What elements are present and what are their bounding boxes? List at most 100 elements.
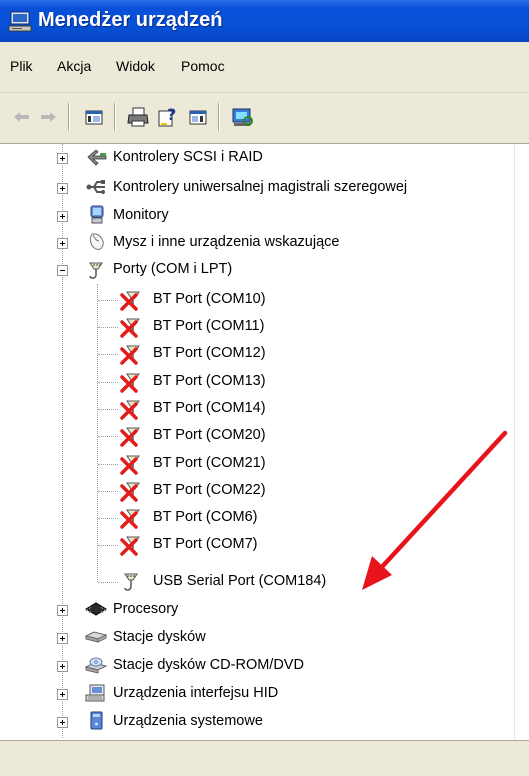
scan-hardware-icon[interactable] <box>228 103 256 131</box>
tree-line <box>98 382 118 383</box>
tree-device-port[interactable]: BT Port (COM11) <box>0 315 515 339</box>
computer-manager-icon <box>8 11 34 33</box>
tree-label: BT Port (COM7) <box>153 536 258 552</box>
help-icon[interactable]: ? <box>154 103 182 131</box>
tree-category-system[interactable]: Urządzenia systemowe <box>0 710 515 734</box>
port-disabled-icon <box>119 371 140 393</box>
floppy-drive-icon <box>84 627 108 647</box>
tree-category-floppy[interactable]: Stacje dysków <box>0 626 515 650</box>
tree-device-port[interactable]: BT Port (COM13) <box>0 370 515 394</box>
console-tree-icon[interactable] <box>80 103 108 131</box>
collapse-toggle[interactable] <box>57 265 68 276</box>
toolbar-separator <box>218 103 220 131</box>
tree-label: BT Port (COM10) <box>153 291 266 307</box>
tree-line <box>98 464 118 465</box>
expand-toggle[interactable] <box>57 238 68 249</box>
tree-label: Kontrolery uniwersalnej magistrali szere… <box>113 179 408 195</box>
tree-device-port[interactable]: BT Port (COM22) <box>0 479 515 503</box>
system-device-icon <box>84 711 104 731</box>
tree-category-processors[interactable]: Procesory <box>0 598 515 622</box>
menu-pomoc[interactable]: Pomoc <box>181 58 225 74</box>
tree-device-port[interactable]: BT Port (COM12) <box>0 342 515 366</box>
tree-category-usb[interactable]: Kontrolery uniwersalnej magistrali szere… <box>0 176 515 200</box>
tree-label: BT Port (COM11) <box>153 318 265 334</box>
port-disabled-icon <box>119 343 140 365</box>
menu-widok[interactable]: Widok <box>116 58 155 74</box>
toolbar: ? <box>0 93 529 144</box>
port-disabled-icon <box>119 425 140 447</box>
tree-label: BT Port (COM6) <box>153 509 258 525</box>
usb-controller-icon <box>86 177 106 197</box>
tree-label: Urządzenia systemowe <box>113 713 263 729</box>
port-disabled-icon <box>119 534 140 556</box>
title-bar[interactable]: Menedżer urządzeń <box>0 0 529 42</box>
expand-toggle[interactable] <box>57 661 68 672</box>
expand-toggle[interactable] <box>57 689 68 700</box>
expand-toggle[interactable] <box>57 605 68 616</box>
tree-label: BT Port (COM21) <box>153 455 266 471</box>
tree-label: BT Port (COM14) <box>153 400 266 416</box>
mouse-icon <box>86 232 106 252</box>
port-disabled-icon <box>119 480 140 502</box>
tree-line <box>98 436 118 437</box>
back-arrow-icon[interactable] <box>8 103 36 131</box>
scsi-controller-icon <box>86 147 107 167</box>
tree-line <box>98 354 118 355</box>
tree-line <box>98 582 118 583</box>
tree-label: USB Serial Port (COM184) <box>153 573 327 589</box>
cdrom-icon <box>84 655 108 675</box>
tree-line <box>98 409 118 410</box>
tree-device-usb-serial-port[interactable]: USB Serial Port (COM184) <box>0 570 515 594</box>
expand-toggle[interactable] <box>57 183 68 194</box>
tree-category-ports[interactable]: Porty (COM i LPT) <box>0 258 515 282</box>
monitor-icon <box>86 205 106 225</box>
tree-device-port[interactable]: BT Port (COM21) <box>0 452 515 476</box>
tree-label: Stacje dysków CD-ROM/DVD <box>113 657 304 673</box>
device-tree[interactable]: Kontrolery SCSI i RAID Kontrolery uniwer… <box>0 144 515 740</box>
menu-bar: Plik Akcja Widok Pomoc <box>0 42 529 93</box>
window-title: Menedżer urządzeń <box>38 9 223 31</box>
tree-line <box>98 300 118 301</box>
status-bar <box>0 740 529 776</box>
tree-device-port[interactable]: BT Port (COM20) <box>0 424 515 448</box>
tree-label: Mysz i inne urządzenia wskazujące <box>113 234 340 250</box>
menu-akcja[interactable]: Akcja <box>57 58 91 74</box>
details-pane-icon[interactable] <box>184 103 212 131</box>
tree-label: Procesory <box>113 601 179 617</box>
menu-plik[interactable]: Plik <box>10 58 33 74</box>
processor-icon <box>84 599 107 619</box>
port-icon <box>119 571 139 591</box>
expand-toggle[interactable] <box>57 717 68 728</box>
tree-line <box>98 327 118 328</box>
expand-toggle[interactable] <box>57 153 68 164</box>
port-disabled-icon <box>119 398 140 420</box>
tree-label: BT Port (COM12) <box>153 345 266 361</box>
tree-label: BT Port (COM20) <box>153 427 266 443</box>
tree-device-port[interactable]: BT Port (COM10) <box>0 288 515 312</box>
svg-text:?: ? <box>167 105 176 124</box>
toolbar-separator <box>68 103 70 131</box>
tree-label: Kontrolery SCSI i RAID <box>113 149 263 165</box>
expand-toggle[interactable] <box>57 211 68 222</box>
tree-category-hid[interactable]: Urządzenia interfejsu HID <box>0 682 515 706</box>
expand-toggle[interactable] <box>57 633 68 644</box>
tree-device-port[interactable]: BT Port (COM7) <box>0 533 515 557</box>
tree-label: Porty (COM i LPT) <box>113 261 233 277</box>
tree-label: BT Port (COM13) <box>153 373 266 389</box>
tree-line <box>98 545 118 546</box>
tree-label: Urządzenia interfejsu HID <box>113 685 279 701</box>
hid-device-icon <box>84 683 105 703</box>
tree-category-scsi[interactable]: Kontrolery SCSI i RAID <box>0 146 515 170</box>
tree-category-cdrom[interactable]: Stacje dysków CD-ROM/DVD <box>0 654 515 678</box>
tree-device-port[interactable]: BT Port (COM6) <box>0 506 515 530</box>
port-icon <box>86 259 106 279</box>
tree-line <box>98 491 118 492</box>
toolbar-separator <box>114 103 116 131</box>
tree-label: Stacje dysków <box>113 629 206 645</box>
print-icon[interactable] <box>124 103 152 131</box>
tree-category-mouse[interactable]: Mysz i inne urządzenia wskazujące <box>0 231 515 255</box>
tree-category-monitors[interactable]: Monitory <box>0 204 515 228</box>
forward-arrow-icon[interactable] <box>34 103 62 131</box>
tree-device-port[interactable]: BT Port (COM14) <box>0 397 515 421</box>
tree-label: Monitory <box>113 207 169 223</box>
